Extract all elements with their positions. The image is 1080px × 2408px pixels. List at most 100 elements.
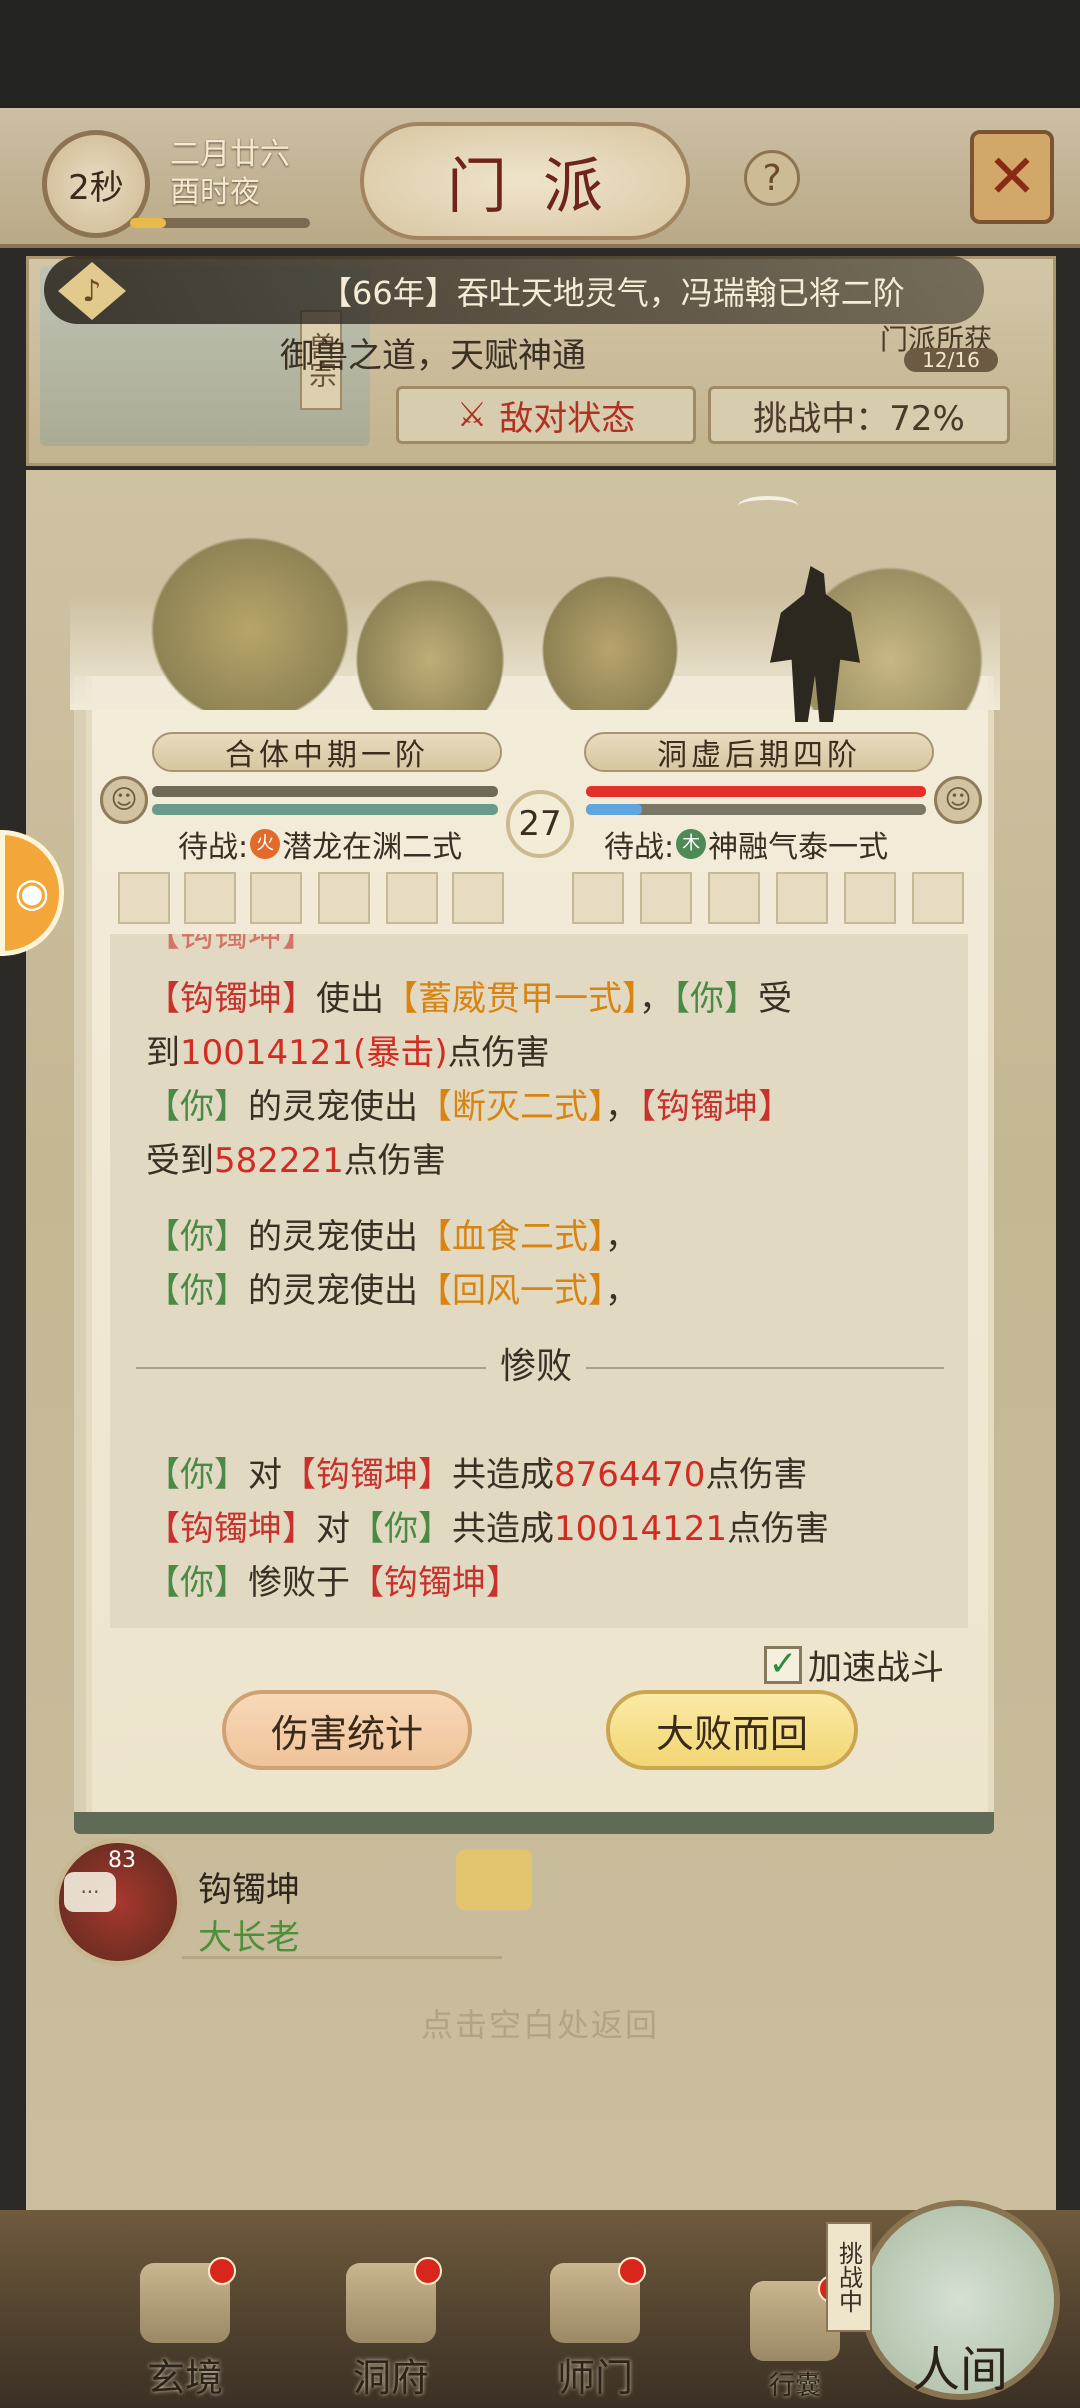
log-text: 受 [758,979,792,1019]
standby-label: 待战: [178,830,249,865]
log-text: 对 [316,1509,350,1549]
speed-battle-label: 加速战斗 [808,1648,944,1688]
close-icon[interactable]: ✕ [970,130,1054,224]
nav-item-xuanjing[interactable]: 玄境 [110,2257,260,2402]
time-progress-fill [130,218,166,228]
nav-label: 师门 [556,2356,633,2400]
log-text: 点伤害 [705,1455,808,1495]
dialog-bottom-edge [74,1812,994,1834]
elder-name: 钩镯坤 [198,1870,300,1910]
round-counter: 27 [506,790,574,858]
standby-label: 待战: [604,830,675,865]
skill-name: 【回风一式】 [418,1271,605,1311]
damage-value: 582221 [214,1141,344,1181]
enemy-name: 【钩镯坤】 [282,1455,452,1495]
standby-skill: 潜龙在渊二式 [282,830,463,865]
status-bar [0,0,1080,108]
nav-label: 洞府 [352,2356,429,2400]
opponent-skill-slot[interactable] [844,872,896,924]
elder-level: 83 [108,1848,136,1873]
log-text: ， [605,1217,639,1257]
nav-item-dongfu[interactable]: 洞府 [316,2257,466,2402]
log-line: 到10014121(暴击)点伤害 [146,1026,550,1080]
log-text: 的灵宠使出 [248,1087,418,1127]
opponent-skill-slot[interactable] [912,872,964,924]
player-skill-slot[interactable] [250,872,302,924]
player-name: 【你】 [673,979,758,1019]
log-text: 点伤害 [343,1141,446,1181]
battle-stamp-icon[interactable] [456,1850,532,1910]
log-text: 受到 [146,1141,214,1181]
dialog-edge [74,676,86,1824]
log-line: 【你】惨败于【钩镯坤】 [146,1556,520,1610]
bird-icon [738,496,798,516]
help-button[interactable]: ? [744,150,800,206]
enemy-name: 【钩镯坤】 [350,1563,520,1603]
player-skill-slot[interactable] [184,872,236,924]
log-line: 受到582221点伤害 [146,1134,446,1188]
sect-description: 御兽之道，天赋神通 [280,336,586,376]
enemy-name: 【钩镯坤】 [639,1087,792,1127]
wood-element-icon: 木 [676,829,707,859]
log-text: ， [605,1087,639,1127]
banner-icon [550,2257,646,2343]
player-skill-slot[interactable] [318,872,370,924]
player-rank: 合体中期一阶 [152,732,502,773]
log-text: 惨败于 [248,1563,350,1603]
opponent-skill-slot[interactable] [640,872,692,924]
opponent-skill-slot[interactable] [776,872,828,924]
notification-dot [208,2257,236,2285]
player-skill-slot[interactable] [386,872,438,924]
log-text: 点伤害 [727,1509,830,1549]
enemy-name: 【钩镯坤】 [146,1509,316,1549]
player-standby: 待战: 火 潜龙在渊二式 [178,822,462,866]
reward-count: 12/16 [904,348,998,372]
log-line: 【你】对【钩镯坤】共造成8764470点伤害 [146,1448,807,1502]
fire-element-icon: 火 [250,829,281,859]
player-avatar-icon[interactable]: ☺ [100,776,148,824]
player-skill-slot[interactable] [118,872,170,924]
notification-dot [414,2257,442,2285]
elder-divider [182,1956,502,1959]
chat-icon[interactable]: ··· [64,1872,116,1912]
notice-text: 【66年】吞吐天地灵气，冯瑞翰已将二阶 [320,274,905,312]
opponent-rank: 洞虚后期四阶 [584,732,934,773]
skill-name: 【断灭二式】 [418,1087,605,1127]
opponent-hp-bar [586,786,926,797]
elder-title: 大长老 [198,1918,300,1958]
log-text: 共造成 [452,1509,554,1549]
damage-value: 8764470 [554,1455,706,1495]
player-skill-slot[interactable] [452,872,504,924]
retreat-button[interactable]: 大败而回 [606,1690,858,1770]
log-text: 到 [146,1033,180,1073]
log-text: 对 [248,1455,282,1495]
skill-name: 【蓄威贯甲一式】 [384,979,639,1019]
nav-label: 行囊 [768,2371,821,2401]
player-name: 【你】 [146,1087,248,1127]
tap-to-return-hint[interactable]: 点击空白处返回 [230,2000,850,2046]
battle-log[interactable]: 【钩镯坤】 【钩镯坤】使出【蓄威贯甲一式】，【你】受 到10014121(暴击)… [110,934,968,1628]
checkmark-icon[interactable]: ✓ [764,1645,802,1684]
log-text: ， [639,979,673,1019]
log-line-clipped: 【钩镯坤】 [146,934,316,955]
player-name: 【你】 [146,1563,248,1603]
damage-stats-button[interactable]: 伤害统计 [222,1690,472,1770]
nav-item-shimen[interactable]: 师门 [520,2257,670,2402]
log-text: 共造成 [452,1455,554,1495]
enemy-name: 【钩镯坤】 [146,979,316,1019]
log-text: 使出 [316,979,384,1019]
speed-battle-toggle[interactable]: ✓ 加速战斗 [764,1640,944,1689]
log-line: 【你】的灵宠使出【回风一式】， [146,1264,639,1318]
battle-result: 惨败 [486,1344,586,1390]
log-text: 的灵宠使出 [248,1217,418,1257]
damage-value: 10014121(暴击) [180,1033,448,1073]
log-text: 的灵宠使出 [248,1271,418,1311]
log-line: 【你】的灵宠使出【断灭二式】，【钩镯坤】 [146,1080,792,1134]
player-name: 【你】 [146,1217,248,1257]
opponent-skill-slot[interactable] [708,872,760,924]
opponent-skill-slot[interactable] [572,872,624,924]
player-hp-bar [152,786,498,797]
date-line-1: 二月廿六 [170,137,290,172]
player-name: 【你】 [146,1271,248,1311]
opponent-avatar-icon[interactable]: ☺ [934,776,982,824]
